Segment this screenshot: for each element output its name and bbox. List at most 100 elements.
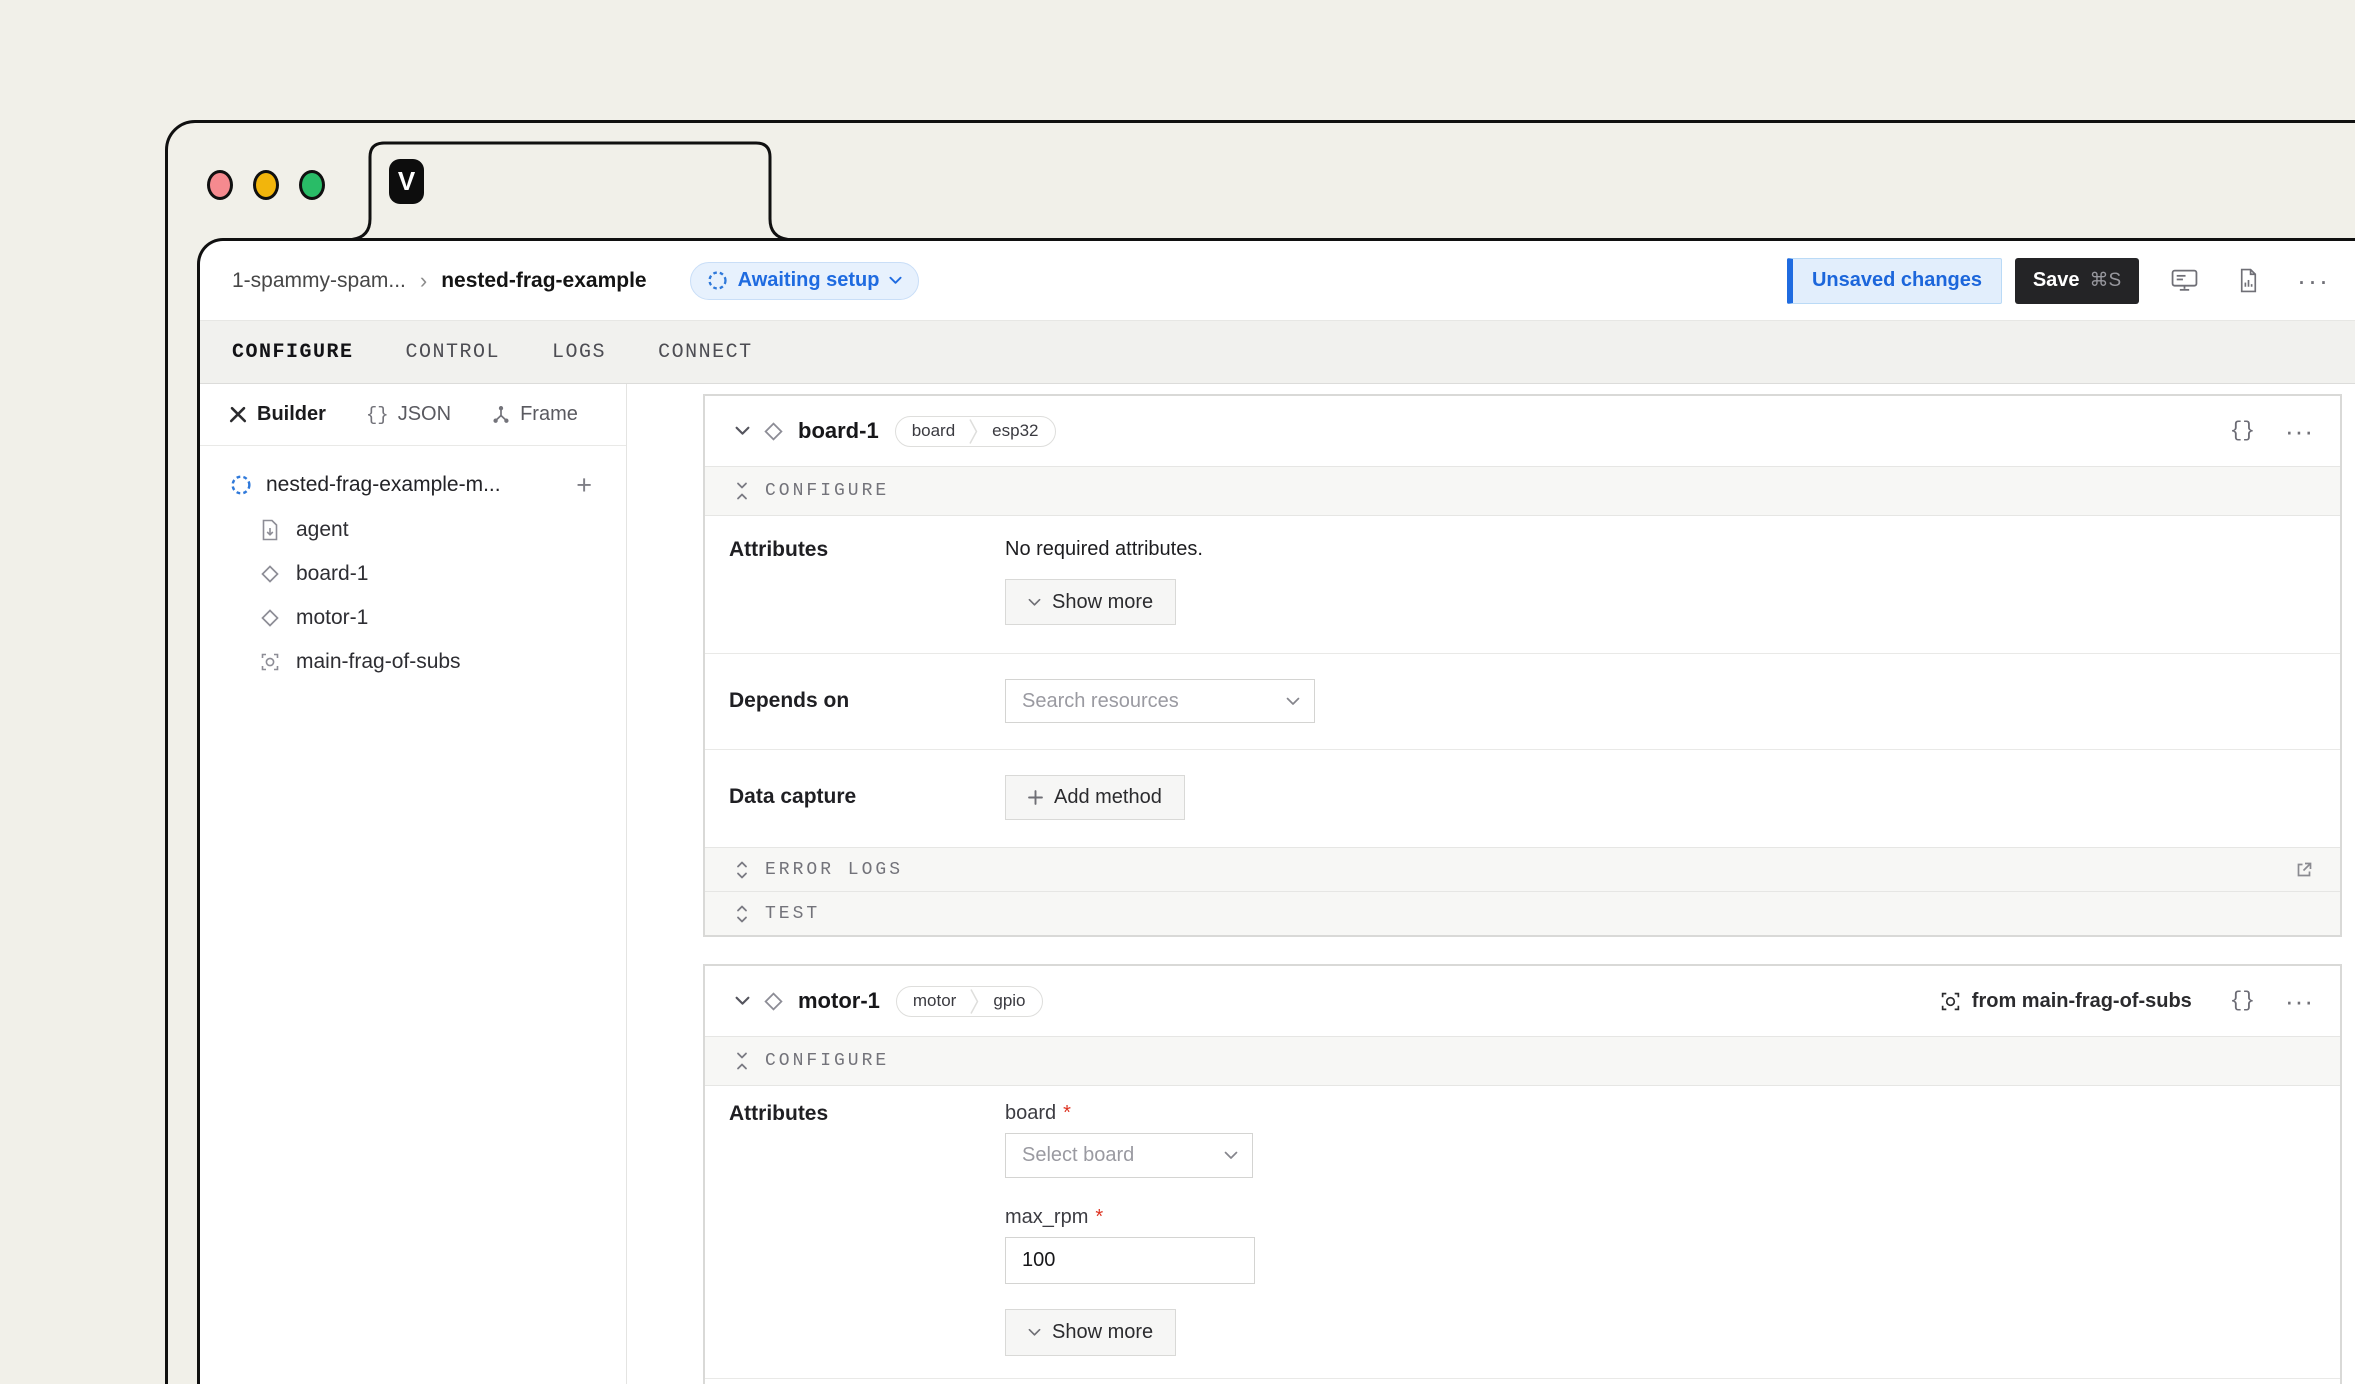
viam-logo-letter: V [398, 166, 415, 197]
expand-section-icon [735, 904, 749, 924]
attributes-content: No required attributes. Show more [1005, 538, 1203, 625]
section-error-logs[interactable]: ERROR LOGS [705, 847, 2340, 891]
section-configure[interactable]: CONFIGURE [705, 466, 2340, 516]
depends-on-select[interactable]: Search resources [1005, 679, 1315, 723]
section-test-label: TEST [765, 904, 820, 924]
tree-item-label: main-frag-of-subs [296, 650, 461, 674]
tab-control[interactable]: CONTROL [406, 341, 501, 364]
status-pending-icon [707, 270, 728, 291]
card-more-menu-icon[interactable]: ··· [2285, 996, 2314, 1006]
tag-divider-icon [969, 988, 980, 1015]
attributes-row: Attributes No required attributes. Show … [705, 516, 2340, 653]
attributes-label: Attributes [705, 538, 1005, 625]
chevron-down-icon [1286, 697, 1300, 706]
show-more-button[interactable]: Show more [1005, 579, 1176, 625]
tab-logs[interactable]: LOGS [552, 341, 606, 364]
ellipsis-glyph: ··· [2285, 416, 2314, 446]
view-json-icon[interactable]: {} [2230, 420, 2255, 443]
resource-type-tags: board esp32 [895, 416, 1056, 447]
braces-glyph: {} [2230, 990, 2255, 1013]
config-sidebar: Builder {} JSON [200, 384, 627, 1384]
tag-divider-icon [968, 418, 979, 445]
window-close-button[interactable] [207, 170, 233, 200]
plus-icon [1028, 790, 1043, 805]
required-asterisk: * [1063, 1102, 1071, 1125]
mode-frame[interactable]: Frame [491, 403, 578, 426]
logs-document-icon[interactable] [2238, 268, 2259, 293]
window-zoom-button[interactable] [299, 170, 325, 200]
component-diamond-icon [260, 564, 280, 584]
sidebar-mode-toolbar: Builder {} JSON [200, 384, 626, 446]
tree-item-agent[interactable]: agent [200, 508, 626, 552]
view-json-icon[interactable]: {} [2230, 990, 2255, 1013]
no-required-attributes-text: No required attributes. [1005, 538, 1203, 561]
tree-root-label: nested-frag-example-m... [266, 473, 501, 497]
max-rpm-input[interactable] [1005, 1237, 1255, 1284]
machine-nav-tabs: CONFIGURE CONTROL LOGS CONNECT [200, 320, 2355, 384]
field-name: max_rpm [1005, 1206, 1088, 1229]
mode-builder[interactable]: Builder [228, 403, 326, 426]
board-select-placeholder: Select board [1022, 1144, 1134, 1167]
tab-connect[interactable]: CONNECT [658, 341, 753, 364]
mode-json-label: JSON [398, 403, 451, 426]
mode-json[interactable]: {} JSON [366, 403, 451, 426]
window-minimize-button[interactable] [253, 170, 279, 200]
open-logs-external-icon[interactable] [2294, 860, 2314, 880]
tag-type: motor [900, 991, 969, 1011]
depends-on-placeholder: Search resources [1022, 690, 1179, 713]
depends-on-label: Depends on [705, 679, 1005, 723]
section-configure-label: CONFIGURE [765, 481, 889, 501]
depends-on-row: Depends on Search resources [705, 653, 2340, 749]
chevron-down-icon [1224, 1151, 1238, 1160]
chevron-down-icon [735, 426, 750, 436]
status-pending-icon [230, 474, 252, 496]
unsaved-changes-indicator: Unsaved changes [1787, 258, 2002, 304]
field-label-board: board * [1005, 1102, 1255, 1125]
section-test[interactable]: TEST [705, 891, 2340, 935]
app-body: Builder {} JSON [200, 384, 2355, 1384]
add-method-button[interactable]: Add method [1005, 775, 1185, 820]
resource-type-tags: motor gpio [896, 986, 1043, 1017]
tree-root-machine-part[interactable]: nested-frag-example-m... + [200, 462, 626, 508]
frame-axes-icon [491, 405, 511, 425]
add-resource-button[interactable]: + [576, 475, 592, 495]
machine-status-badge[interactable]: Awaiting setup [690, 262, 920, 300]
board-select[interactable]: Select board [1005, 1133, 1253, 1178]
attributes-content: board * Select board m [1005, 1102, 1255, 1356]
braces-glyph: {} [2230, 420, 2255, 443]
card-header[interactable]: motor-1 motor gpio [705, 966, 2340, 1036]
tree-item-motor-1[interactable]: motor-1 [200, 596, 626, 640]
fragment-icon [260, 652, 280, 672]
more-menu-icon[interactable]: ··· [2297, 276, 2330, 286]
section-error-logs-label: ERROR LOGS [765, 860, 903, 880]
machine-monitor-icon[interactable] [2171, 268, 2198, 293]
chevron-down-icon [735, 996, 750, 1006]
tree-item-label: board-1 [296, 562, 368, 586]
tab-configure[interactable]: CONFIGURE [232, 341, 354, 364]
field-name: board [1005, 1102, 1056, 1125]
builder-tools-icon [228, 405, 248, 425]
data-capture-row: Data capture Add method [705, 749, 2340, 847]
chevron-down-icon [1028, 598, 1041, 607]
save-button[interactable]: Save ⌘S [2015, 258, 2139, 304]
attributes-label: Attributes [705, 1102, 1005, 1356]
show-more-button[interactable]: Show more [1005, 1309, 1176, 1356]
resource-card-motor-1: motor-1 motor gpio [703, 964, 2342, 1384]
section-configure-label: CONFIGURE [765, 1051, 889, 1071]
chevron-down-icon [1028, 1328, 1041, 1337]
collapse-section-icon [735, 1051, 749, 1071]
card-more-menu-icon[interactable]: ··· [2285, 426, 2314, 436]
from-fragment-label: from main-frag-of-subs [1972, 990, 2192, 1013]
breadcrumb-separator-icon: › [420, 268, 427, 294]
tree-item-main-frag-of-subs[interactable]: main-frag-of-subs [200, 640, 626, 684]
data-capture-label: Data capture [705, 775, 1005, 820]
fragment-icon [1940, 991, 1961, 1012]
breadcrumb-parent[interactable]: 1-spammy-spam... [232, 269, 406, 293]
json-braces-icon: {} [366, 404, 389, 426]
section-configure[interactable]: CONFIGURE [705, 1036, 2340, 1086]
chevron-down-icon [889, 276, 902, 285]
card-header[interactable]: board-1 board esp32 {} ··· [705, 396, 2340, 466]
resource-tree: nested-frag-example-m... + agent [200, 446, 626, 684]
tree-item-label: agent [296, 518, 349, 542]
tree-item-board-1[interactable]: board-1 [200, 552, 626, 596]
